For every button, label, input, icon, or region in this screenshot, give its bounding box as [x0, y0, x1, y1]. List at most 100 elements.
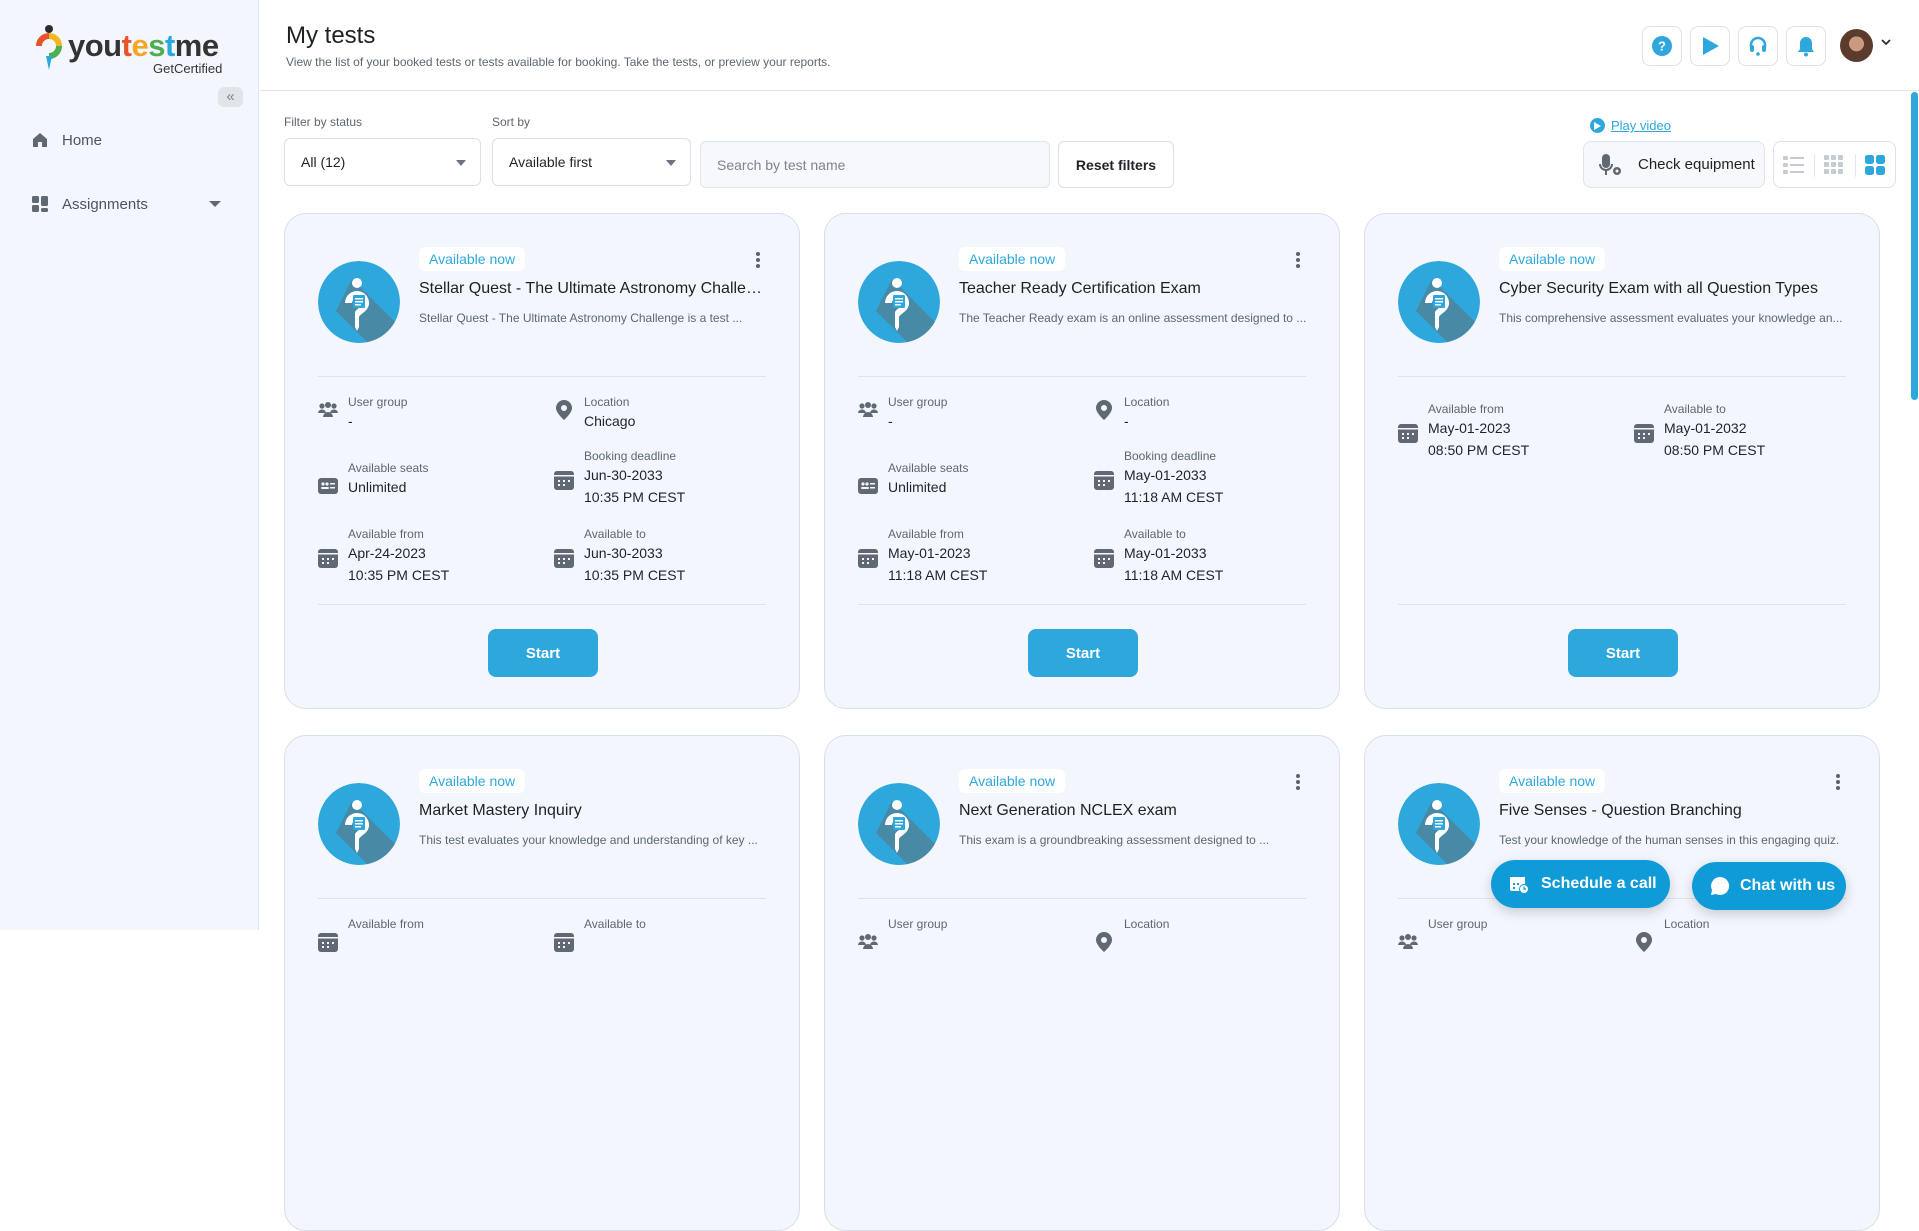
- user-avatar[interactable]: [1840, 29, 1873, 62]
- test-title[interactable]: Next Generation NCLEX exam: [959, 802, 1309, 820]
- field-label: Location: [1124, 395, 1170, 409]
- location-icon: [1094, 932, 1114, 952]
- test-title[interactable]: Five Senses - Question Branching: [1499, 802, 1849, 820]
- sort-select[interactable]: Available first: [492, 138, 691, 186]
- info-field: Location Chicago: [554, 394, 635, 432]
- sidebar: youtestme GetCertified « Home Assignment…: [0, 0, 259, 930]
- info-field: Available seats Unlimited: [318, 460, 429, 498]
- test-title[interactable]: Market Mastery Inquiry: [419, 802, 769, 820]
- status-badge: Available now: [1499, 769, 1606, 793]
- field-value: Chicago: [584, 413, 636, 429]
- info-field: User group -: [318, 394, 407, 432]
- check-equipment-label: Check equipment: [1638, 156, 1755, 173]
- divider: [1398, 376, 1846, 377]
- field-value: May-01-2033: [1124, 467, 1207, 483]
- chevron-down-icon[interactable]: [1880, 36, 1892, 48]
- chat-label: Chat with us: [1740, 877, 1836, 894]
- field-value: May-01-2023: [1428, 420, 1511, 436]
- calendar-icon: [1634, 423, 1654, 443]
- check-equipment-button[interactable]: Check equipment: [1583, 141, 1765, 188]
- info-field: Available to May-01-2033 11:18 AM CEST: [1094, 526, 1223, 586]
- more-options-icon[interactable]: [1293, 250, 1303, 270]
- status-filter-select[interactable]: All (12): [284, 138, 481, 186]
- info-field: User group -: [858, 394, 947, 432]
- test-description: This comprehensive assessment evaluates …: [1499, 311, 1843, 325]
- bell-icon: [1798, 37, 1814, 57]
- test-thumbnail-icon: [1398, 261, 1480, 343]
- divider: [318, 898, 766, 899]
- collapse-sidebar-button[interactable]: «: [218, 87, 243, 107]
- test-card: Available now Next Generation NCLEX exam T…: [824, 735, 1340, 1231]
- calendar-icon: [1094, 548, 1114, 568]
- calendar-icon: [318, 548, 338, 568]
- field-time: 11:18 AM CEST: [1124, 567, 1224, 583]
- location-icon: [554, 400, 574, 420]
- field-value: Unlimited: [348, 479, 407, 495]
- more-options-icon[interactable]: [1293, 772, 1303, 792]
- status-badge: Available now: [959, 247, 1066, 271]
- test-thumbnail-icon: [858, 783, 940, 865]
- small-grid-icon: [1824, 154, 1844, 174]
- test-title[interactable]: Teacher Ready Certification Exam: [959, 280, 1309, 298]
- sidebar-item-home[interactable]: Home: [30, 125, 235, 155]
- start-button[interactable]: Start: [1028, 629, 1138, 677]
- test-description: This exam is a groundbreaking assessment…: [959, 833, 1270, 847]
- test-card: Available now Market Mastery Inquiry This …: [284, 735, 800, 1231]
- list-view-button[interactable]: [1774, 142, 1814, 187]
- search-input[interactable]: [700, 141, 1050, 188]
- chat-button[interactable]: Chat with us: [1692, 862, 1846, 910]
- sort-label: Sort by: [492, 115, 531, 129]
- page-title: My tests: [286, 22, 376, 49]
- divider: [858, 376, 1306, 377]
- info-field: Location -: [1094, 394, 1169, 432]
- field-label: Available from: [348, 527, 424, 541]
- play-tour-button[interactable]: [1690, 26, 1730, 66]
- user-group-icon: [318, 400, 338, 420]
- reset-filters-button[interactable]: Reset filters: [1058, 141, 1174, 188]
- dropdown-arrow-icon: [456, 160, 466, 166]
- scrollbar[interactable]: [1911, 92, 1918, 400]
- field-label: Available to: [1664, 402, 1726, 416]
- play-video-link[interactable]: Play video: [1590, 118, 1671, 133]
- field-value: Apr-24-2023: [348, 545, 426, 561]
- field-label: Booking deadline: [1124, 449, 1217, 463]
- assignments-icon: [30, 194, 50, 214]
- sidebar-item-label: Assignments: [62, 195, 148, 213]
- test-description: Stellar Quest - The Ultimate Astronomy C…: [419, 311, 743, 325]
- logo-wordmark: youtestme: [68, 28, 219, 63]
- large-grid-view-button[interactable]: [1854, 142, 1895, 187]
- schedule-call-button[interactable]: Schedule a call: [1491, 860, 1670, 908]
- test-thumbnail-icon: [318, 783, 400, 865]
- page-subtitle: View the list of your booked tests or te…: [286, 55, 831, 69]
- more-options-icon[interactable]: [1833, 772, 1843, 792]
- test-title[interactable]: Cyber Security Exam with all Question Ty…: [1499, 280, 1849, 298]
- logo[interactable]: youtestme GetCertified: [34, 24, 234, 76]
- start-button[interactable]: Start: [488, 629, 598, 677]
- info-field: Location: [1094, 916, 1169, 952]
- view-mode-toggle: [1773, 141, 1896, 188]
- field-time: 11:18 AM CEST: [888, 567, 988, 583]
- calendar-icon: [1398, 423, 1418, 443]
- field-label: Available from: [1428, 402, 1504, 416]
- more-options-icon[interactable]: [753, 250, 763, 270]
- test-title[interactable]: Stellar Quest - The Ultimate Astronomy C…: [419, 280, 769, 298]
- notifications-button[interactable]: [1786, 26, 1826, 66]
- sidebar-item-assignments[interactable]: Assignments: [30, 189, 235, 219]
- start-button[interactable]: Start: [1568, 629, 1678, 677]
- play-circle-icon: [1590, 118, 1605, 133]
- dropdown-arrow-icon: [666, 160, 676, 166]
- status-badge: Available now: [419, 769, 526, 793]
- calendar-icon: [318, 932, 338, 952]
- field-time: 10:35 PM CEST: [584, 567, 686, 583]
- support-button[interactable]: [1738, 26, 1778, 66]
- help-button[interactable]: ?: [1642, 26, 1682, 66]
- field-label: Booking deadline: [584, 449, 677, 463]
- field-value: May-01-2032: [1664, 420, 1747, 436]
- large-grid-icon: [1864, 154, 1885, 175]
- info-field: Booking deadline May-01-2033 11:18 AM CEST: [1094, 448, 1223, 508]
- small-grid-view-button[interactable]: [1814, 142, 1854, 187]
- headset-icon: [1749, 36, 1767, 56]
- field-label: Available from: [888, 527, 964, 541]
- info-field: Available to May-01-2032 08:50 PM CEST: [1634, 401, 1765, 461]
- info-field: Booking deadline Jun-30-2033 10:35 PM CEST: [554, 448, 685, 508]
